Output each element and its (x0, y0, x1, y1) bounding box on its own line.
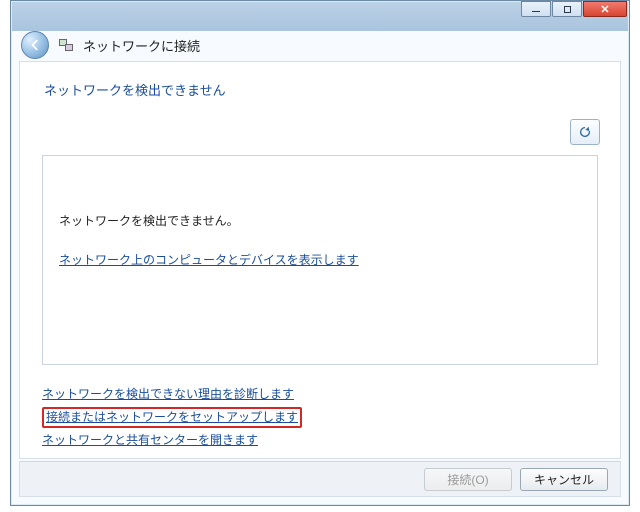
diagnose-link[interactable]: ネットワークを検出できない理由を診断します (42, 383, 294, 406)
header-bar: ネットワークに接続 (11, 25, 629, 65)
refresh-icon (578, 125, 592, 139)
minimize-button[interactable] (521, 1, 551, 17)
maximize-button[interactable] (552, 1, 582, 17)
back-arrow-icon (28, 38, 42, 52)
help-links: ネットワークを検出できない理由を診断します 接続またはネットワークをセットアップ… (20, 373, 620, 461)
close-icon: ✕ (600, 3, 609, 16)
dialog-footer: 接続(O) キャンセル (19, 461, 621, 497)
refresh-row (20, 111, 620, 151)
window-title: ネットワークに接続 (83, 36, 200, 55)
network-list-panel: ネットワークを検出できません。 ネットワーク上のコンピュータとデバイスを表示しま… (42, 155, 598, 365)
show-devices-link[interactable]: ネットワーク上のコンピュータとデバイスを表示します (59, 251, 359, 268)
connect-button: 接続(O) (424, 468, 512, 491)
sharing-center-link[interactable]: ネットワークと共有センターを開きます (42, 429, 258, 452)
network-icon (57, 36, 75, 54)
back-button[interactable] (21, 31, 49, 59)
page-heading: ネットワークを検出できません (20, 62, 620, 111)
cancel-button[interactable]: キャンセル (520, 468, 608, 491)
panel-message: ネットワークを検出できません。 (59, 212, 581, 229)
titlebar: ✕ (11, 1, 629, 25)
close-button[interactable]: ✕ (583, 1, 627, 17)
setup-connection-link[interactable]: 接続またはネットワークをセットアップします (42, 407, 302, 428)
dialog-window: ✕ ネットワークに接続 ネットワークを検出できません ネットワークを検出できませ… (10, 0, 630, 506)
client-area: ネットワークを検出できません ネットワークを検出できません。 ネットワーク上のコ… (19, 61, 621, 459)
refresh-button[interactable] (570, 119, 600, 145)
